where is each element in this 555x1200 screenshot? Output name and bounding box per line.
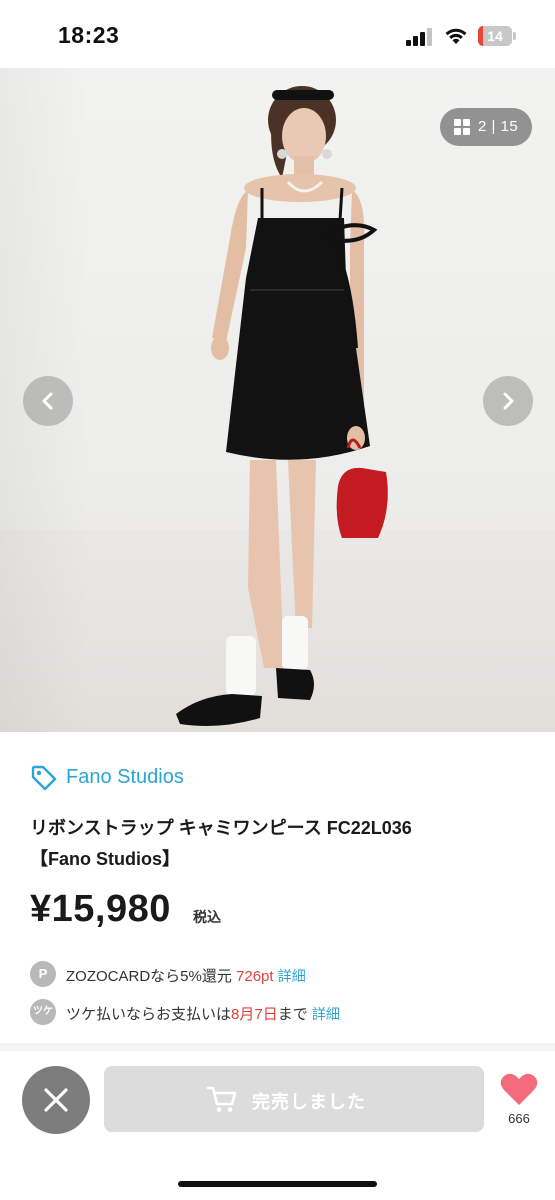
cellular-signal-icon	[406, 28, 432, 46]
chevron-right-icon	[503, 392, 514, 410]
next-image-button[interactable]	[483, 376, 533, 426]
tsuke-date: 8月7日	[231, 1006, 278, 1023]
sold-out-button[interactable]: 完売しました	[104, 1066, 484, 1132]
home-indicator	[178, 1181, 377, 1187]
image-counter: 2 | 15	[478, 118, 519, 135]
section-divider	[0, 1043, 555, 1051]
tax-label: 税込	[193, 909, 221, 925]
close-button[interactable]	[22, 1066, 90, 1134]
status-time: 18:23	[58, 22, 120, 48]
tsuke-text-after: まで	[277, 1006, 312, 1023]
brand-name: Fano Studios	[66, 766, 184, 788]
product-title: リボンストラップ キャミワンピース FC22L036 【Fano Studios…	[30, 813, 530, 875]
product-title-line1: リボンストラップ キャミワンピース FC22L036	[30, 818, 412, 838]
favorite-count: 666	[508, 1111, 530, 1126]
heart-icon	[500, 1073, 538, 1105]
sold-out-label: 完売しました	[252, 1092, 366, 1112]
battery-level: 14	[487, 28, 503, 44]
zozocard-points: 726pt	[236, 968, 274, 985]
product-photo	[176, 86, 388, 726]
product-price: ¥15,980	[30, 888, 171, 930]
grid-icon	[454, 119, 470, 135]
cart-icon	[206, 1086, 237, 1112]
product-title-line2: 【Fano Studios】	[30, 849, 180, 869]
tsuke-badge-icon: ツケ	[30, 999, 56, 1025]
tsuke-text-before: ツケ払いならお支払いは	[66, 1006, 232, 1023]
status-bar: 18:23 14	[0, 0, 555, 68]
product-image-gallery[interactable]: 2 | 15	[0, 68, 555, 732]
tsuke-detail-link[interactable]: 詳細	[312, 1006, 340, 1022]
favorite-button[interactable]: 666	[496, 1072, 542, 1132]
tag-icon	[31, 765, 57, 791]
point-badge-icon: P	[30, 961, 56, 987]
zozocard-detail-link[interactable]: 詳細	[278, 968, 306, 984]
zozocard-text: ZOZOCARDなら5%還元	[66, 968, 237, 985]
wifi-icon	[445, 28, 467, 44]
image-counter-button[interactable]: 2 | 15	[440, 108, 532, 146]
close-icon	[44, 1088, 68, 1112]
prev-image-button[interactable]	[23, 376, 73, 426]
battery-icon: 14	[478, 26, 516, 46]
chevron-left-icon	[42, 392, 53, 410]
